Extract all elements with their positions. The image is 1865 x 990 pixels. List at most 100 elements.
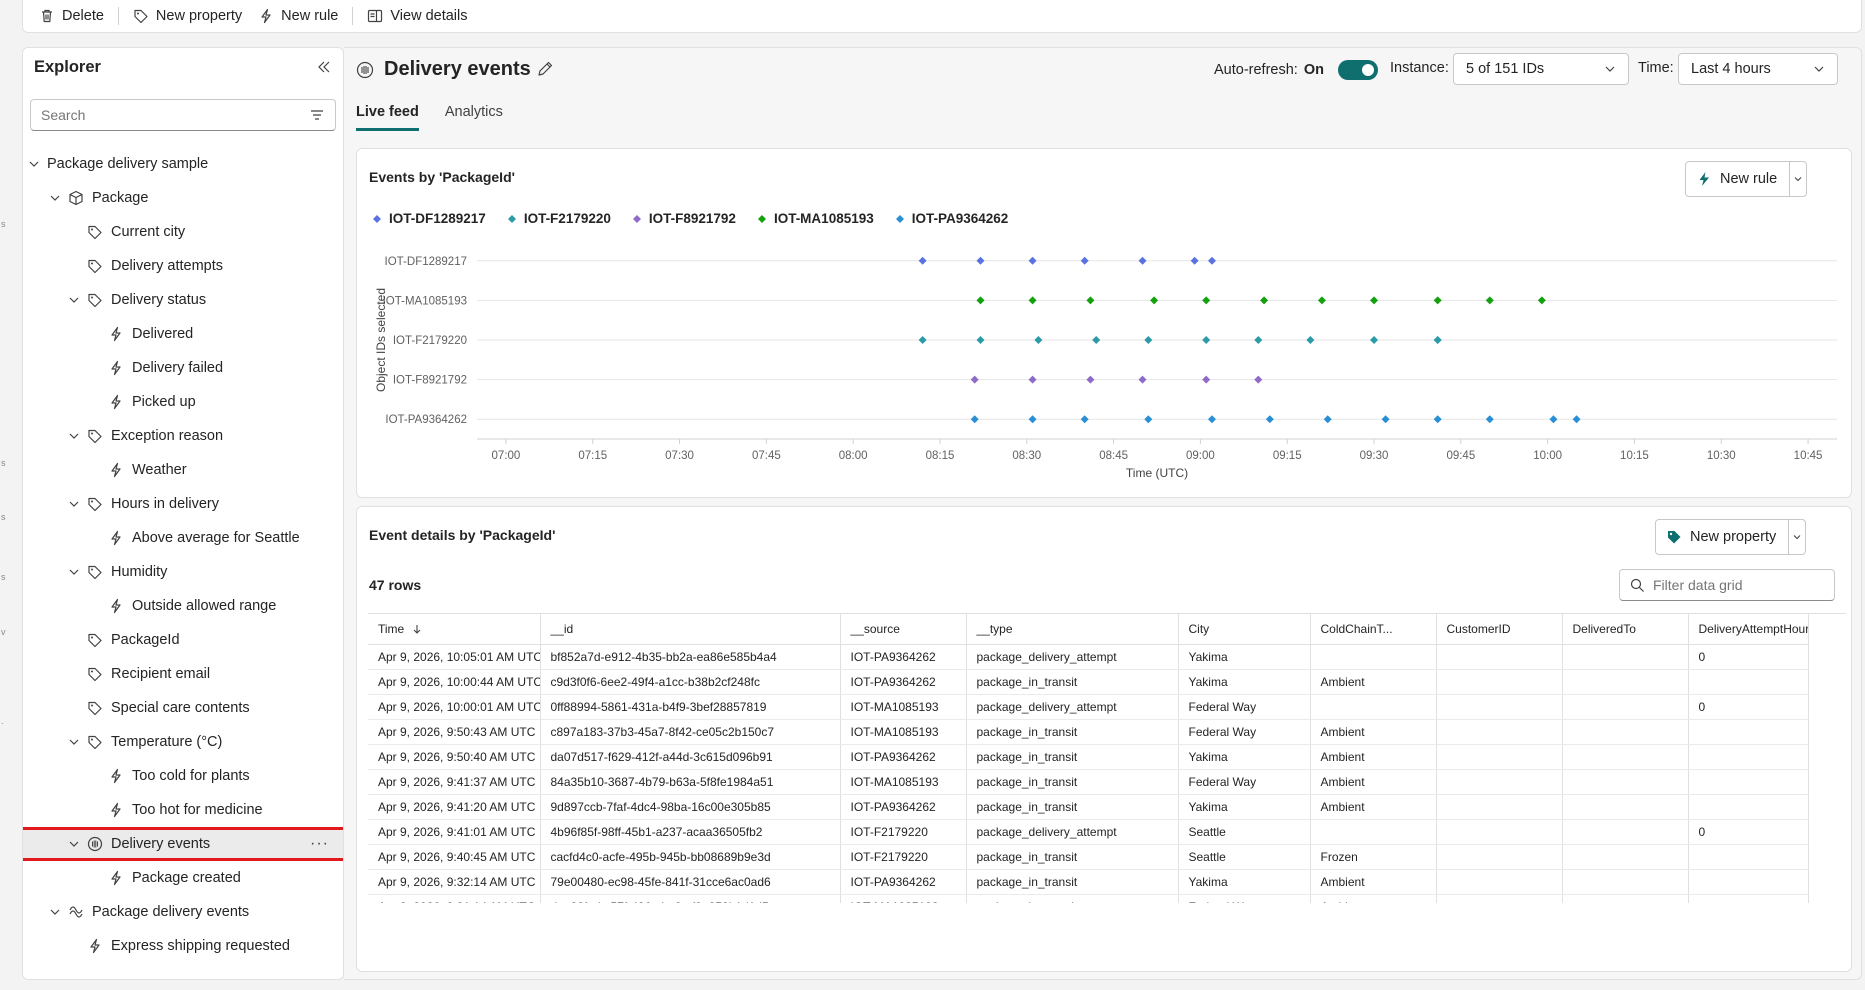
tree-item-label: Express shipping requested — [111, 938, 290, 954]
new-rule-dropdown-arrow[interactable] — [1790, 162, 1806, 196]
explorer-search[interactable] — [30, 99, 336, 131]
column-header[interactable]: Time — [368, 614, 541, 645]
table-row[interactable]: Apr 9, 2026, 9:41:37 AM UTC 84a35b10-3687… — [368, 769, 1809, 795]
chevron-down-icon[interactable] — [68, 736, 80, 748]
legend-item[interactable]: IOT-DF1289217 — [373, 211, 486, 226]
collapse-panel-icon[interactable] — [317, 60, 331, 74]
tree-item[interactable]: Humidity — [23, 555, 343, 589]
data-point — [1144, 415, 1153, 424]
tree-item[interactable]: Package delivery sample — [23, 147, 343, 181]
chevron-down-icon[interactable] — [68, 498, 80, 510]
time-value: Last 4 hours — [1691, 61, 1771, 77]
table-row[interactable]: Apr 9, 2026, 10:05:01 AM UTC bf852a7d-e91… — [368, 644, 1809, 670]
legend-item[interactable]: IOT-F2179220 — [507, 211, 611, 226]
chevron-down-icon[interactable] — [68, 566, 80, 578]
tree-item[interactable]: Temperature (°C) — [23, 725, 343, 759]
tree-item[interactable]: Too hot for medicine — [23, 793, 343, 827]
table-cell — [1562, 769, 1689, 795]
chevron-down-icon[interactable] — [68, 430, 80, 442]
tree-item[interactable]: Too cold for plants — [23, 759, 343, 793]
table-cell: IOT-MA1085193 — [840, 894, 967, 903]
lightning-icon — [108, 326, 124, 342]
filter-data-grid-input[interactable] — [1653, 577, 1823, 593]
table-row[interactable]: Apr 9, 2026, 10:00:44 AM UTC c9d3f0f6-6ee… — [368, 669, 1809, 695]
data-point — [1202, 375, 1211, 384]
x-tick-label: 08:00 — [839, 450, 868, 462]
edit-pencil-icon[interactable] — [536, 60, 554, 78]
tree-item[interactable]: Package — [23, 181, 343, 215]
tree-item[interactable]: Weather — [23, 453, 343, 487]
instance-dropdown[interactable]: 5 of 151 IDs — [1453, 53, 1629, 85]
chevron-down-icon[interactable] — [68, 838, 80, 850]
lightning-icon — [108, 802, 124, 818]
table-cell — [1562, 844, 1689, 870]
table-row[interactable]: Apr 9, 2026, 9:32:14 AM UTC 79e00480-ec98… — [368, 869, 1809, 895]
legend-item[interactable]: IOT-PA9364262 — [895, 211, 1008, 226]
column-header[interactable]: City — [1178, 614, 1311, 645]
tree-item[interactable]: Delivery attempts — [23, 249, 343, 283]
new-property-button[interactable]: New property — [131, 0, 256, 32]
tree-item[interactable]: PackageId — [23, 623, 343, 657]
tree-item[interactable]: Delivered — [23, 317, 343, 351]
new-property-grid-button[interactable]: New property — [1656, 520, 1790, 554]
cube-icon — [68, 190, 84, 206]
new-property-dropdown-arrow[interactable] — [1789, 520, 1805, 554]
tree-item[interactable]: Delivery status — [23, 283, 343, 317]
column-header[interactable]: __id — [540, 614, 841, 645]
table-row[interactable]: Apr 9, 2026, 10:00:01 AM UTC 0ff88994-586… — [368, 694, 1809, 720]
column-header[interactable]: __source — [840, 614, 967, 645]
table-row[interactable]: Apr 9, 2026, 9:50:43 AM UTC c897a183-37b3… — [368, 719, 1809, 745]
chevron-down-icon[interactable] — [49, 192, 61, 204]
chevron-down-icon[interactable] — [49, 906, 61, 918]
tab-live-feed[interactable]: Live feed — [356, 104, 419, 131]
filter-icon[interactable] — [309, 107, 325, 123]
table-cell: Ambient — [1310, 669, 1437, 695]
tree-item[interactable]: Outside allowed range — [23, 589, 343, 623]
tab-analytics[interactable]: Analytics — [445, 104, 503, 131]
new-rule-button[interactable]: New rule — [256, 0, 352, 32]
tree-item[interactable]: Delivery events ··· — [23, 827, 343, 861]
tree-item[interactable]: Package delivery events — [23, 895, 343, 929]
data-point — [1433, 336, 1442, 344]
table-row[interactable]: Apr 9, 2026, 9:41:01 AM UTC 4b96f85f-98ff… — [368, 819, 1809, 845]
tree-item[interactable]: Current city — [23, 215, 343, 249]
tree-item[interactable]: Above average for Seattle — [23, 521, 343, 555]
column-header[interactable]: DeliveryAttemptHours — [1688, 614, 1809, 645]
column-header[interactable]: ColdChainT... — [1310, 614, 1437, 645]
data-point — [1549, 415, 1558, 424]
tree-item[interactable]: Recipient email — [23, 657, 343, 691]
view-details-button[interactable]: View details — [365, 0, 481, 32]
event-details-card: Event details by 'PackageId' New propert… — [356, 506, 1852, 972]
tree-item[interactable]: Special care contents — [23, 691, 343, 725]
legend-item[interactable]: IOT-MA1085193 — [757, 211, 874, 226]
table-row[interactable]: Apr 9, 2026, 9:31:14 AM UTCdee82fad-c57f… — [368, 894, 1809, 903]
legend-item[interactable]: IOT-F8921792 — [632, 211, 736, 226]
column-header-label: CustomerID — [1446, 621, 1511, 636]
delete-button[interactable]: Delete — [37, 0, 118, 32]
column-header[interactable]: CustomerID — [1436, 614, 1563, 645]
table-row[interactable]: Apr 9, 2026, 9:41:20 AM UTC 9d897ccb-7faf… — [368, 794, 1809, 820]
tree-item[interactable]: Package created — [23, 861, 343, 895]
tree-item[interactable]: Exception reason — [23, 419, 343, 453]
table-cell — [1562, 669, 1689, 695]
table-cell — [1688, 719, 1809, 745]
tree-item[interactable]: Hours in delivery — [23, 487, 343, 521]
tree-item[interactable]: Delivery failed — [23, 351, 343, 385]
tree-item[interactable]: Express shipping requested — [23, 929, 343, 963]
column-header[interactable]: DeliveredTo — [1562, 614, 1689, 645]
explorer-search-input[interactable] — [41, 107, 281, 123]
chevron-down-icon[interactable] — [28, 158, 40, 170]
tag-icon — [87, 666, 103, 682]
column-header[interactable]: __type — [966, 614, 1179, 645]
time-dropdown[interactable]: Last 4 hours — [1678, 53, 1838, 85]
table-row[interactable]: Apr 9, 2026, 9:50:40 AM UTC da07d517-f629… — [368, 744, 1809, 770]
command-toolbar: Delete New property New rule View detail… — [22, 0, 1862, 33]
filter-data-grid[interactable] — [1619, 569, 1835, 601]
new-rule-chart-button[interactable]: New rule — [1686, 162, 1791, 196]
chevron-down-icon[interactable] — [68, 294, 80, 306]
tree-item[interactable]: Picked up — [23, 385, 343, 419]
sort-descending-icon[interactable] — [412, 622, 422, 636]
auto-refresh-toggle[interactable] — [1337, 60, 1378, 80]
more-options-icon[interactable]: ··· — [310, 835, 329, 853]
table-row[interactable]: Apr 9, 2026, 9:40:45 AM UTC cacfd4c0-acfe… — [368, 844, 1809, 870]
